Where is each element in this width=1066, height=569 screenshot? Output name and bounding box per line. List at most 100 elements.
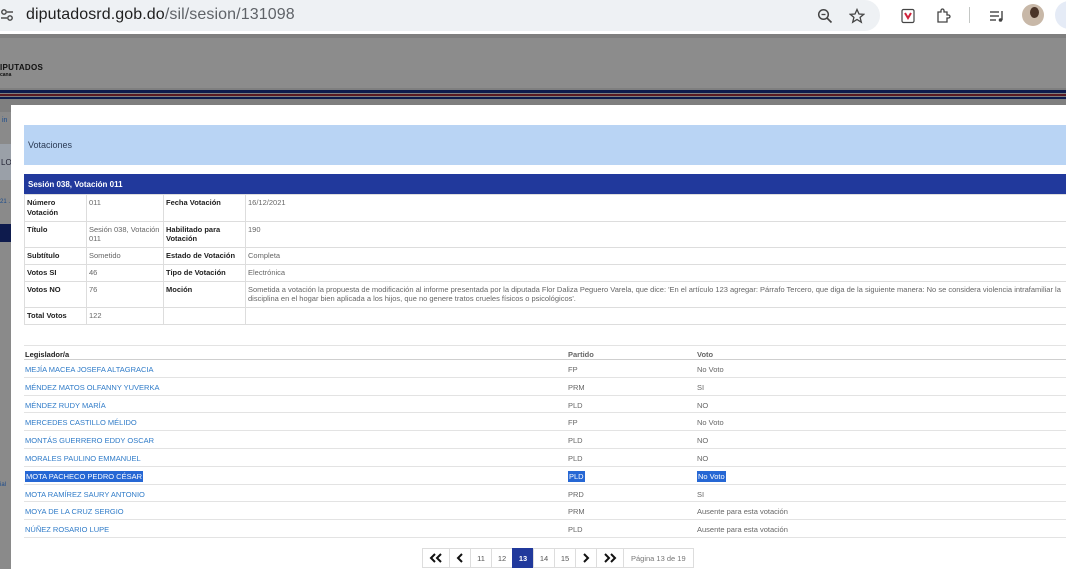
vote-cell: SI (697, 382, 705, 392)
page-button-15[interactable]: 15 (554, 548, 576, 568)
header-stripe (0, 97, 1066, 99)
session-title: Sesión 038, Votación 011 (28, 180, 123, 189)
party-cell: PRM (568, 382, 585, 392)
chevron-left-icon (456, 553, 463, 563)
info-label: Votos NO (24, 280, 87, 308)
puzzle-icon[interactable] (934, 7, 952, 25)
header-stripe (0, 90, 1066, 93)
zoom-icon[interactable] (816, 7, 834, 25)
background-text: 21 . (0, 199, 11, 205)
info-value: 122 (86, 307, 164, 325)
url-domain: diputadosrd.gob.do (26, 6, 165, 23)
profile-avatar[interactable] (1022, 4, 1044, 26)
table-row: MOYA DE LA CRUZ SERGIO PRM Ausente para … (24, 502, 1066, 521)
double-chevron-right-icon (604, 553, 617, 563)
tune-icon[interactable] (0, 8, 14, 22)
page-button-13-current[interactable]: 13 (512, 548, 534, 568)
session-header: Sesión 038, Votación 011 (24, 174, 1066, 194)
table-row: MÉNDEZ RUDY MARÍA PLD NO (24, 396, 1066, 414)
legislator-link[interactable]: MOTA PACHECO PEDRO CÉSAR (25, 470, 143, 482)
info-value: 46 (86, 263, 164, 282)
legislator-link[interactable]: MOYA DE LA CRUZ SERGIO (25, 507, 124, 516)
star-icon[interactable] (848, 7, 866, 25)
first-page-button[interactable] (422, 548, 450, 568)
info-value: 76 (86, 280, 164, 308)
header-stripe (0, 94, 1066, 96)
party-cell: FP (568, 418, 578, 428)
party-cell: PLD (568, 400, 583, 410)
vote-cell: NO (697, 400, 709, 410)
page-button-14[interactable]: 14 (533, 548, 555, 568)
info-value: Electrónica (245, 263, 1066, 282)
vote-cell: SI (697, 489, 705, 499)
votaciones-modal: Votaciones Sesión 038, Votación 011 Núme… (11, 105, 1066, 569)
party-cell: PRD (568, 489, 584, 499)
legislator-link[interactable]: NÚÑEZ ROSARIO LUPE (25, 525, 109, 534)
info-row: Título Sesión 038, Votación 011 Habilita… (24, 220, 1066, 248)
legislator-link[interactable]: MÉNDEZ MATOS OLFANNY YUVERKA (25, 383, 159, 392)
legislator-link[interactable]: MEJÍA MACEA JOSEFA ALTAGRACIA (25, 365, 154, 374)
table-row-selected: MOTA PACHECO PEDRO CÉSAR PLD No Voto (24, 467, 1066, 485)
votes-table: Legislador/a Partido Voto MEJÍA MACEA JO… (24, 345, 1066, 538)
info-value: 16/12/2021 (245, 194, 1066, 222)
info-label: Título (24, 220, 87, 248)
site-logo: IPUTADOS (0, 63, 44, 72)
legislator-link[interactable]: MOTA RAMÍREZ SAURY ANTONIO (25, 490, 145, 499)
column-header-legislador[interactable]: Legislador/a (25, 350, 69, 359)
table-row: MERCEDES CASTILLO MÉLIDO FP No Voto (24, 413, 1066, 432)
last-page-button[interactable] (596, 548, 624, 568)
vote-cell: NO (697, 436, 709, 446)
info-value: 190 (245, 220, 1066, 248)
side-panel-button[interactable] (1055, 1, 1066, 29)
column-header-partido[interactable]: Partido (568, 350, 594, 359)
legislator-link[interactable]: MONTÁS GUERRERO EDDY OSCAR (25, 436, 154, 445)
prev-page-button[interactable] (449, 548, 471, 568)
votes-table-header: Legislador/a Partido Voto (24, 345, 1066, 360)
info-value: Sometido (86, 247, 164, 265)
vote-cell: Ausente para esta votación (697, 507, 788, 517)
url-text[interactable]: diputadosrd.gob.do/sil/sesion/131098 (26, 6, 295, 24)
info-row: Total Votos 122 (24, 307, 1066, 325)
legislator-link[interactable]: MERCEDES CASTILLO MÉLIDO (25, 418, 137, 427)
background-link: in (2, 117, 8, 124)
url-path: /sil/sesion/131098 (164, 6, 295, 23)
info-row: Votos SI 46 Tipo de Votación Electrónica (24, 263, 1066, 282)
modal-header: Votaciones (24, 125, 1066, 165)
party-cell: PRM (568, 507, 585, 517)
party-cell: PLD (568, 436, 583, 446)
vote-cell: No Voto (697, 470, 726, 482)
vote-cell: Ausente para esta votación (697, 525, 788, 535)
background-text: ial (0, 482, 7, 488)
page-button-11[interactable]: 11 (470, 548, 492, 568)
site-header: IPUTADOS cana (0, 38, 1066, 88)
shield-extension-icon[interactable] (899, 7, 917, 25)
party-cell: PLD (568, 453, 583, 463)
next-page-button[interactable] (575, 548, 597, 568)
vote-cell: NO (697, 453, 709, 463)
double-chevron-left-icon (429, 553, 442, 563)
background-content (0, 112, 11, 569)
info-label: Subtítulo (24, 247, 87, 265)
party-cell: PLD (568, 525, 583, 535)
chevron-right-icon (583, 553, 590, 563)
page-info: Página 13 de 19 (623, 548, 694, 568)
table-row: NÚÑEZ ROSARIO LUPE PLD Ausente para esta… (24, 520, 1066, 538)
info-label: Habilitado para Votación (163, 220, 246, 248)
pagination: 11 12 13 14 15 Página 13 de 19 (422, 548, 694, 568)
address-bar[interactable]: diputadosrd.gob.do/sil/sesion/131098 (0, 0, 880, 31)
column-header-voto[interactable]: Voto (697, 350, 713, 359)
info-value: 011 (86, 194, 164, 222)
legislator-link[interactable]: MÉNDEZ RUDY MARÍA (25, 401, 106, 410)
vote-cell: No Voto (697, 365, 724, 374)
info-label: Moción (163, 280, 246, 308)
modal-title: Votaciones (28, 140, 73, 150)
info-row: Número Votación 011 Fecha Votación 16/12… (24, 194, 1066, 222)
legislator-link[interactable]: MORALES PAULINO EMMANUEL (25, 454, 141, 463)
info-label: Fecha Votación (163, 194, 246, 222)
media-queue-icon[interactable] (988, 7, 1006, 25)
table-row: MEJÍA MACEA JOSEFA ALTAGRACIA FP No Voto (24, 360, 1066, 378)
party-cell: FP (568, 365, 578, 374)
table-row: MÉNDEZ MATOS OLFANNY YUVERKA PRM SI (24, 378, 1066, 396)
vote-info-table: Número Votación 011 Fecha Votación 16/12… (24, 194, 1066, 325)
page-button-12[interactable]: 12 (491, 548, 513, 568)
